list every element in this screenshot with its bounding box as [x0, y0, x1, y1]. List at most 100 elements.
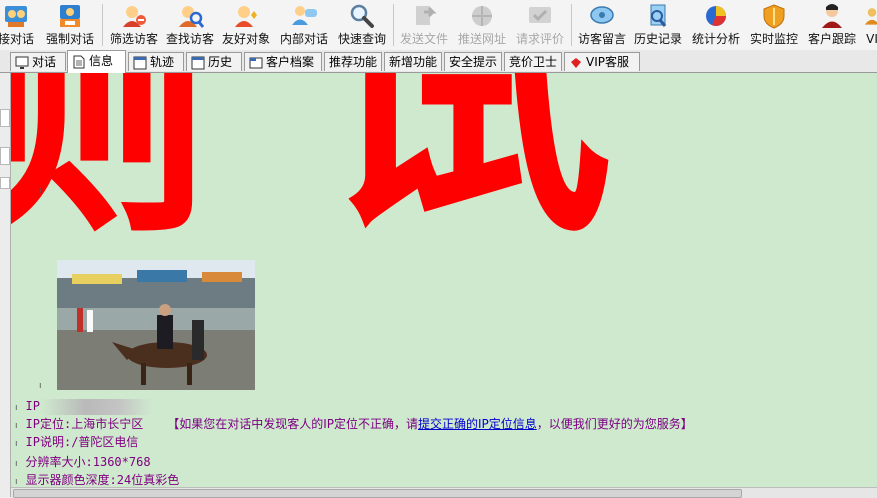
- internal-chat-icon: [292, 6, 317, 25]
- realtime-monitor-label: 实时监控: [749, 32, 798, 46]
- statistics-button[interactable]: 统计分析: [688, 0, 744, 50]
- ip-label: IP: [25, 399, 40, 413]
- notice-suffix: ，以便我们更好的为您服务】: [536, 417, 693, 431]
- tab-chat[interactable]: 对话: [10, 52, 66, 71]
- statistics-label: 统计分析: [691, 32, 740, 46]
- horse-rider-image: [57, 260, 255, 390]
- left-panel-edge: [0, 73, 11, 497]
- tab-info-label: 信息: [89, 54, 114, 68]
- left-panel-field[interactable]: [0, 147, 10, 165]
- left-panel-field[interactable]: [0, 109, 10, 127]
- toolbar-divider: [102, 4, 103, 46]
- pie-chart-icon: [706, 6, 726, 26]
- ip-line: ı IP: [15, 397, 152, 417]
- find-visitor-icon: [179, 6, 204, 28]
- tab-recommended[interactable]: 推荐功能: [324, 52, 382, 71]
- monitor-icon: [15, 56, 29, 69]
- quick-query-label: 快速查询: [337, 32, 386, 46]
- ip-desc-line: ı IP说明:/普陀区电信: [15, 433, 138, 453]
- window-icon: [133, 56, 147, 69]
- history-record-button[interactable]: 历史记录: [630, 0, 686, 50]
- internal-chat-button[interactable]: 内部对话: [276, 0, 332, 50]
- tab-security-tips[interactable]: 安全提示: [444, 52, 502, 71]
- toolbar-divider: [393, 4, 394, 46]
- shield-icon: [763, 4, 785, 29]
- tab-vip-service-label: VIP客服: [586, 55, 629, 69]
- vip-icon: [864, 8, 877, 25]
- visitor-info-panel: 测 试 ı ı ı IP ı IP定位:上海市长宁区 【如果您在对话中发现客人的IP定…: [11, 73, 877, 487]
- visitor-message-button[interactable]: 访客留言: [574, 0, 630, 50]
- force-chat-button[interactable]: 强制对话: [42, 0, 98, 50]
- tab-new-features-label: 新增功能: [389, 55, 438, 69]
- line-marker: ı: [15, 477, 18, 487]
- document-icon: [73, 55, 85, 68]
- request-rating-button[interactable]: 请求评价: [512, 0, 568, 50]
- request-rating-label: 请求评价: [515, 32, 564, 46]
- tab-trace-label: 轨迹: [150, 55, 175, 69]
- customer-track-button[interactable]: 客户跟踪: [804, 0, 860, 50]
- push-url-label: 推送网址: [457, 32, 506, 46]
- ip-correction-notice: 【如果您在对话中发现客人的IP定位不正确，请提交正确的IP定位信息，以便我们更好…: [167, 417, 693, 431]
- accept-chat-icon: [5, 6, 27, 27]
- push-url-button[interactable]: 推送网址: [454, 0, 510, 50]
- red-diamond-icon: [571, 57, 581, 68]
- history-record-label: 历史记录: [633, 32, 682, 46]
- user-track-icon: [822, 4, 842, 28]
- send-file-icon: [416, 6, 437, 25]
- tab-bar: 对话 信息 轨迹 历史 客户档案 推荐功能 新增功能 安全提示 竞价卫士 VIP…: [0, 50, 877, 73]
- push-url-icon: [472, 6, 492, 26]
- big-red-test-text: 测 试: [11, 73, 613, 233]
- notice-prefix: 【如果您在对话中发现客人的IP定位不正确，请: [167, 417, 418, 431]
- magnifier-icon: [350, 4, 374, 28]
- tab-info[interactable]: 信息: [67, 50, 126, 73]
- friend-button[interactable]: 友好对象: [218, 0, 274, 50]
- tab-history[interactable]: 历史: [186, 52, 242, 71]
- line-marker: ı: [39, 381, 42, 391]
- resolution: 分辨率大小:1360*768: [25, 455, 151, 469]
- vip-button[interactable]: VI: [860, 0, 877, 50]
- tab-security-tips-label: 安全提示: [449, 55, 498, 69]
- ip-redacted: [41, 398, 152, 415]
- send-file-label: 发送文件: [399, 32, 448, 46]
- resolution-line: ı 分辨率大小:1360*768: [15, 453, 151, 473]
- left-panel-field[interactable]: [0, 177, 10, 189]
- line-marker: ı: [39, 186, 42, 196]
- line-marker: ı: [15, 439, 18, 449]
- accept-chat-label: 接对话: [0, 32, 34, 46]
- force-chat-label: 强制对话: [45, 32, 94, 46]
- window-icon: [191, 56, 205, 69]
- quick-query-button[interactable]: 快速查询: [334, 0, 390, 50]
- force-chat-icon: [60, 5, 80, 27]
- visitor-message-label: 访客留言: [577, 32, 626, 46]
- horizontal-scrollbar[interactable]: [11, 487, 877, 498]
- history-record-icon: [650, 4, 667, 27]
- friend-icon: [235, 6, 257, 27]
- friend-label: 友好对象: [221, 32, 270, 46]
- accept-chat-button[interactable]: 接对话: [0, 0, 40, 50]
- customer-track-label: 客户跟踪: [807, 32, 856, 46]
- tab-bid-guard[interactable]: 竞价卫士: [504, 52, 562, 71]
- ip-location-line: ı IP定位:上海市长宁区 【如果您在对话中发现客人的IP定位不正确，请提交正确的I…: [15, 415, 693, 435]
- toolbar-divider: [571, 4, 572, 46]
- big-red-text: 测 试: [11, 73, 613, 233]
- tab-new-features[interactable]: 新增功能: [384, 52, 442, 71]
- filter-visitor-label: 筛选访客: [109, 32, 158, 46]
- send-file-button[interactable]: 发送文件: [396, 0, 452, 50]
- main-toolbar: 接对话 强制对话 筛选访客 查找访客 友好对象 内部对话 快速查询 发送文件 推…: [0, 0, 877, 51]
- find-visitor-label: 查找访客: [165, 32, 214, 46]
- line-marker: ı: [15, 403, 18, 413]
- submit-ip-location-link[interactable]: 提交正确的IP定位信息: [418, 417, 537, 431]
- tab-bid-guard-label: 竞价卫士: [509, 55, 558, 69]
- folder-icon: [249, 57, 263, 68]
- filter-visitor-button[interactable]: 筛选访客: [106, 0, 162, 50]
- find-visitor-button[interactable]: 查找访客: [162, 0, 218, 50]
- tab-customer-profile[interactable]: 客户档案: [244, 52, 322, 71]
- realtime-monitor-button[interactable]: 实时监控: [746, 0, 802, 50]
- internal-chat-label: 内部对话: [279, 32, 328, 46]
- tab-trace[interactable]: 轨迹: [128, 52, 184, 71]
- tab-chat-label: 对话: [32, 55, 57, 69]
- visitor-message-icon: [590, 6, 614, 24]
- tab-vip-service[interactable]: VIP客服: [564, 52, 640, 71]
- line-marker: ı: [15, 459, 18, 469]
- filter-visitor-icon: [123, 6, 146, 27]
